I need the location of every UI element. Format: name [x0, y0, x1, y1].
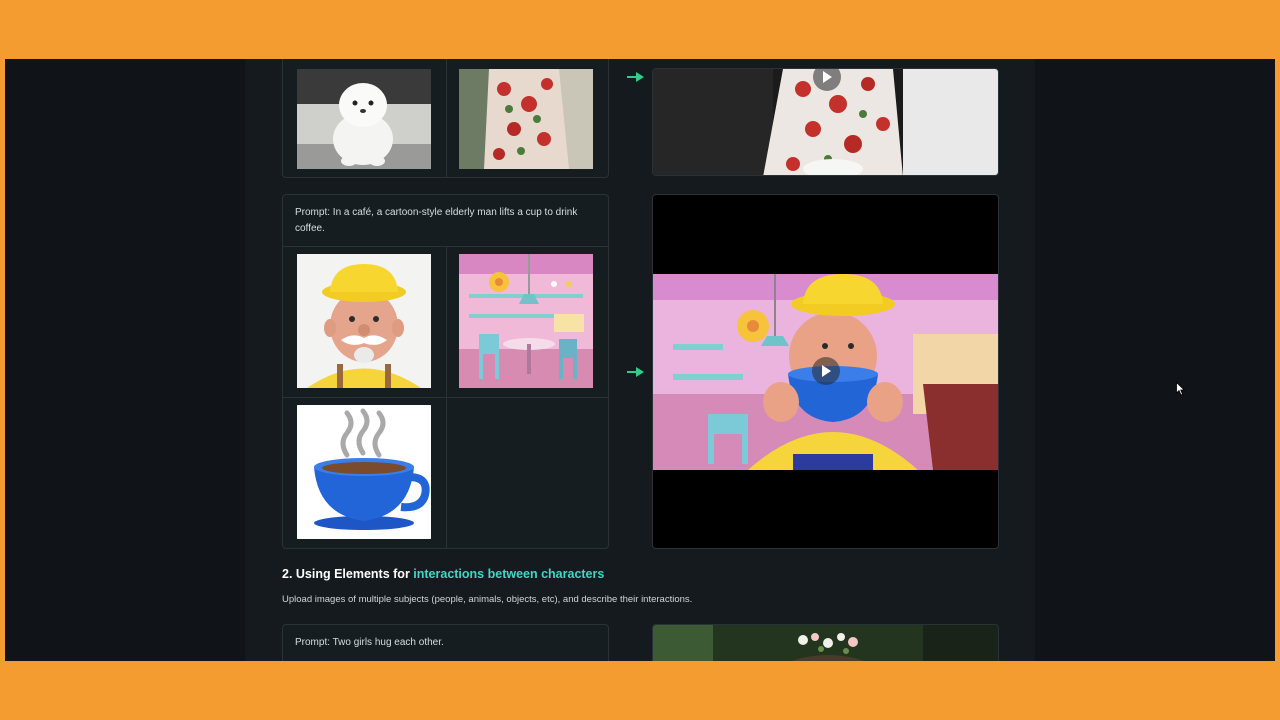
- prompt-text: Prompt: In a café, a cartoon-style elder…: [295, 207, 578, 234]
- arrow-right-icon: [627, 367, 644, 377]
- example-card-cafe: Prompt: In a café, a cartoon-style elder…: [282, 194, 609, 549]
- result-video-cafe[interactable]: [652, 194, 999, 549]
- mouse-cursor-icon: [1176, 382, 1186, 396]
- card-divider: [283, 397, 608, 398]
- coffee-cup-image: [297, 405, 431, 539]
- section-description: Upload images of multiple subjects (peop…: [282, 594, 693, 605]
- section-heading-highlight: interactions between characters: [413, 567, 605, 581]
- floral-dress-image: [459, 69, 593, 169]
- result-video-top[interactable]: [652, 68, 999, 176]
- result-video-hug[interactable]: [652, 624, 999, 661]
- example-card-hug: Prompt: Two girls hug each other.: [282, 624, 609, 661]
- example-card-top: [282, 59, 609, 178]
- section-heading: 2. Using Elements for interactions betwe…: [282, 567, 604, 581]
- cafe-interior-image: [459, 254, 593, 388]
- prompt-text: Prompt: Two girls hug each other.: [295, 637, 444, 648]
- screen: Prompt: In a café, a cartoon-style elder…: [5, 59, 1275, 661]
- puppy-image: [297, 69, 431, 169]
- content-column: Prompt: In a café, a cartoon-style elder…: [245, 59, 1035, 661]
- play-button[interactable]: [812, 357, 840, 385]
- section-heading-prefix: 2. Using Elements for: [282, 567, 414, 581]
- arrow-right-icon: [627, 72, 644, 82]
- card-divider: [446, 59, 447, 177]
- elderly-man-image: [297, 254, 431, 388]
